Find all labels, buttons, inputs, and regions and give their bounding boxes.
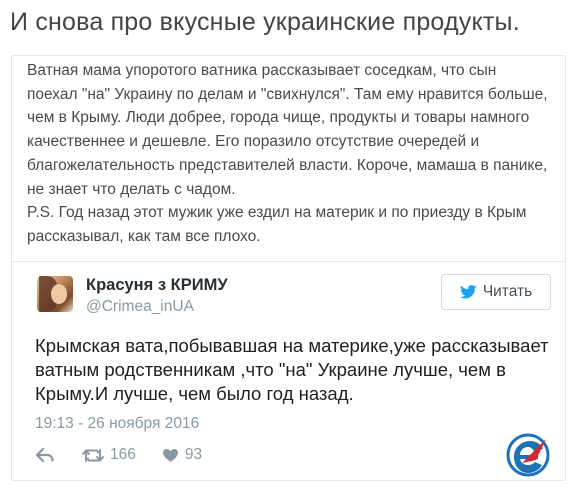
- tweet-text-line: Крыму.И лучше, чем было год назад.: [35, 383, 354, 404]
- follow-button-label: Читать: [482, 283, 533, 300]
- post-line: не знает что делать с чадом.: [27, 180, 236, 198]
- twitter-bird-icon: [459, 285, 477, 299]
- page-headline: И снова про вкусные украинские продукты.: [10, 8, 520, 36]
- retweet-icon: [82, 448, 104, 462]
- reply-icon: [36, 448, 54, 462]
- retweet-count: 166: [110, 446, 136, 463]
- reply-button[interactable]: [36, 448, 54, 462]
- tweet-text: Крымская вата,побывавшая на материке,уже…: [35, 334, 555, 406]
- tweet-actions: 166 93: [36, 445, 202, 465]
- post-text: Ватная мама упоротого ватника рассказыва…: [27, 59, 549, 249]
- embedded-tweet: Красуня з КРИМУ @Crimea_inUA Читать Крым…: [11, 261, 569, 476]
- post-line: чем в Крыму. Люди добрее, города чище, п…: [27, 109, 530, 127]
- tweet-screen-name[interactable]: @Crimea_inUA: [86, 298, 194, 316]
- post-line: Ватная мама упоротого ватника рассказыва…: [27, 62, 497, 79]
- tweet-display-name[interactable]: Красуня з КРИМУ: [86, 276, 228, 295]
- post-line: рассказывал, как там все плохо.: [27, 227, 261, 245]
- like-button[interactable]: 93: [162, 446, 202, 464]
- post-line: P.S. Год назад этот мужик уже ездил на м…: [27, 204, 527, 222]
- avatar[interactable]: [37, 276, 73, 312]
- tweet-timestamp[interactable]: 19:13 - 26 ноября 2016: [35, 415, 199, 433]
- like-count: 93: [184, 446, 203, 463]
- site-logo: [506, 433, 550, 477]
- post-line: качественнее и дешевле. Его поразило отс…: [27, 133, 480, 151]
- heart-icon: [162, 448, 178, 462]
- tweet-divider: [11, 261, 566, 262]
- retweet-button[interactable]: 166: [82, 446, 136, 464]
- post-line: поехал "на" Украину по делам и "свихнулс…: [27, 85, 548, 103]
- tweet-text-line: ватным родственникам ,что "на" Украине л…: [35, 359, 506, 380]
- follow-button[interactable]: Читать: [441, 274, 551, 310]
- post-line: благожелательность представителей власти…: [27, 156, 548, 174]
- tweet-text-line: Крымская вата,побывавшая на материке,уже…: [35, 335, 549, 356]
